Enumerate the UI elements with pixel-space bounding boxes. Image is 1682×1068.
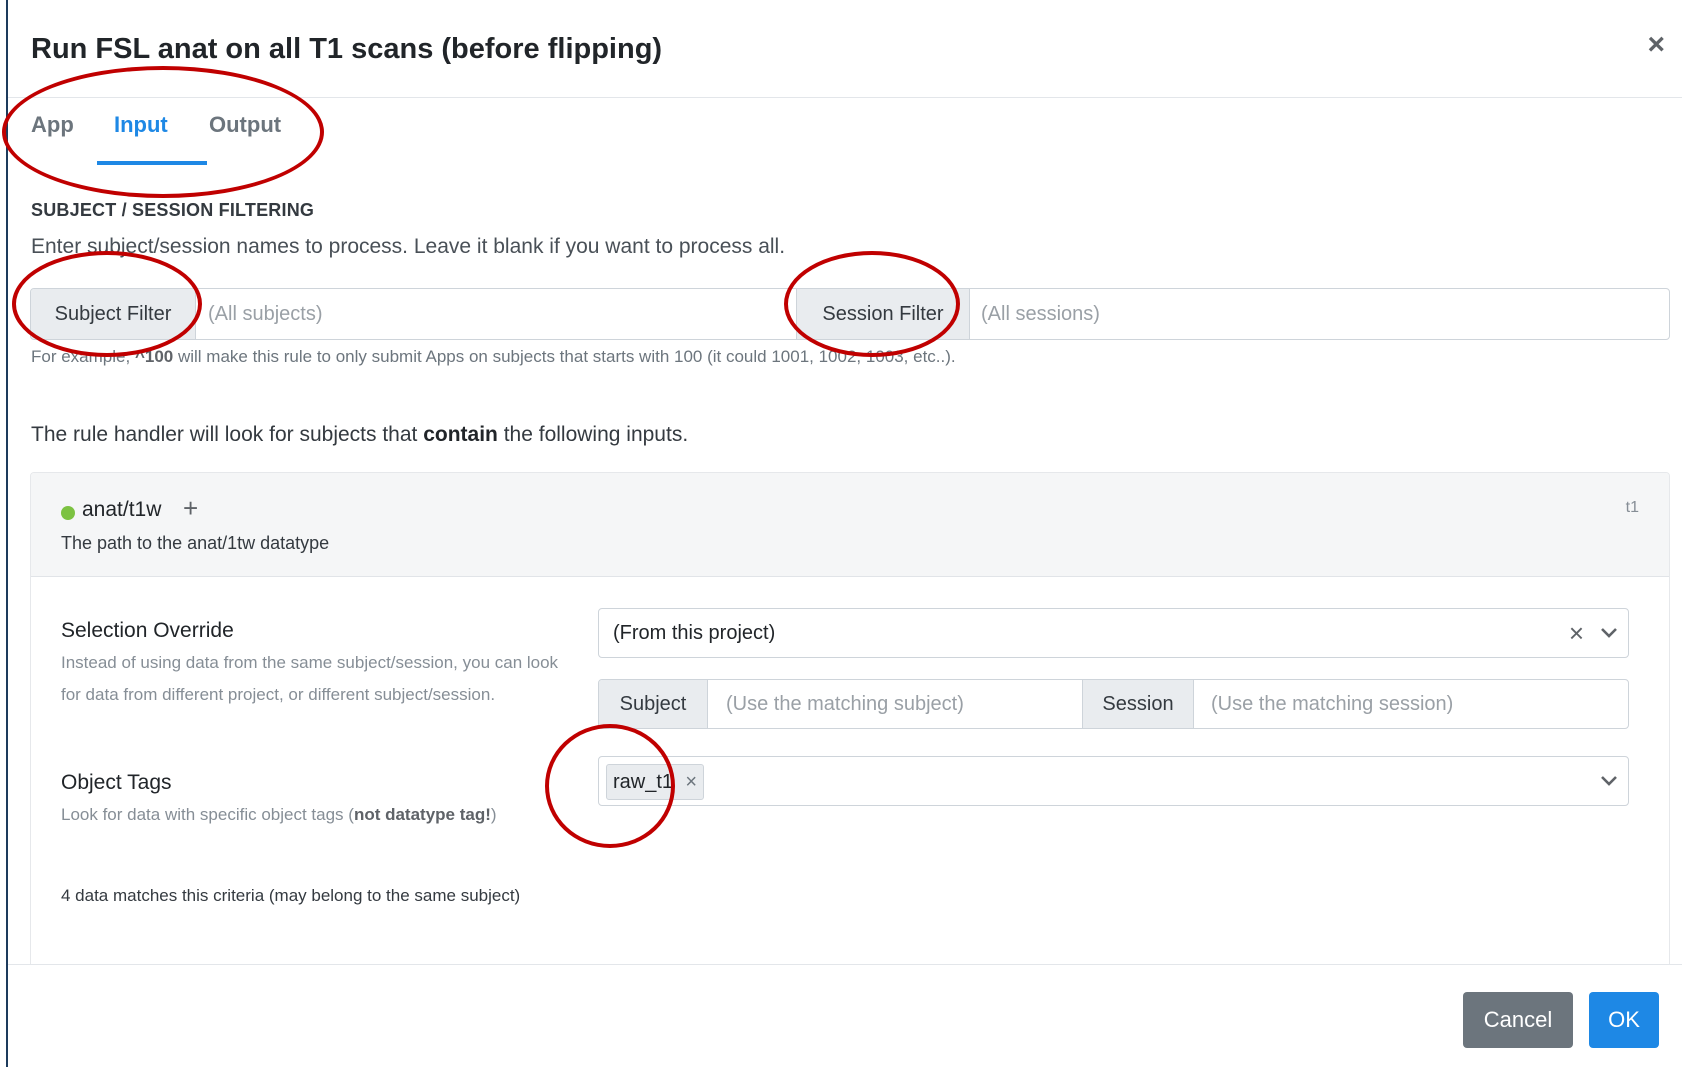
close-icon[interactable]: × xyxy=(1647,30,1665,60)
object-tags-help-prefix: Look for data with specific object tags … xyxy=(61,805,354,824)
session-override-input[interactable] xyxy=(1193,680,1628,728)
object-tags-help-suffix: ) xyxy=(490,805,497,824)
help-example: ^100 xyxy=(134,347,174,366)
tab-input[interactable]: Input xyxy=(114,112,168,138)
tag-chip-label: raw_t1 xyxy=(613,771,674,793)
cancel-button[interactable]: Cancel xyxy=(1463,992,1573,1048)
project-select[interactable]: (From this project) × xyxy=(598,608,1629,658)
filter-help-text: For example, ^100 will make this rule to… xyxy=(31,347,956,367)
subject-session-override-group: Subject Session xyxy=(598,679,1629,729)
modal-footer: Cancel OK xyxy=(8,964,1682,1068)
session-override-label: Session xyxy=(1082,680,1194,728)
session-filter-input[interactable] xyxy=(969,289,1669,339)
project-select-value: (From this project) xyxy=(613,622,776,644)
rule-editor-modal: Run FSL anat on all T1 scans (before fli… xyxy=(2,0,1682,1068)
modal-title: Run FSL anat on all T1 scans (before fli… xyxy=(31,33,663,65)
tab-output[interactable]: Output xyxy=(209,112,281,138)
object-tags-help: Look for data with specific object tags … xyxy=(61,799,541,831)
input-card: anat/t1w + The path to the anat/1tw data… xyxy=(30,472,1670,974)
object-tags-select[interactable]: raw_t1 × xyxy=(598,756,1629,806)
rule-text-emphasis: contain xyxy=(423,423,498,446)
filtering-description: Enter subject/session names to process. … xyxy=(31,235,786,258)
input-datatype-tag: t1 xyxy=(1625,499,1639,516)
help-prefix: For example, xyxy=(31,347,135,366)
chevron-down-icon[interactable] xyxy=(1600,624,1618,642)
tag-chip: raw_t1 × xyxy=(606,764,705,800)
rule-handler-text: The rule handler will look for subjects … xyxy=(31,423,688,447)
modal-header: Run FSL anat on all T1 scans (before fli… xyxy=(8,0,1682,98)
rule-text-suffix: the following inputs. xyxy=(497,423,689,446)
remove-tag-icon[interactable]: × xyxy=(685,765,697,799)
subject-override-input[interactable] xyxy=(708,680,1082,728)
subject-filter-input[interactable] xyxy=(196,289,796,339)
filtering-heading: SUBJECT / SESSION FILTERING xyxy=(31,200,315,220)
status-dot-icon xyxy=(61,506,75,520)
rule-text-prefix: The rule handler will look for subjects … xyxy=(31,423,424,446)
input-card-header: anat/t1w + The path to the anat/1tw data… xyxy=(31,473,1669,577)
help-suffix: will make this rule to only submit Apps … xyxy=(173,347,956,366)
ok-button[interactable]: OK xyxy=(1589,992,1659,1048)
matches-count: 4 data matches this criteria (may belong… xyxy=(61,886,521,905)
chevron-down-icon[interactable] xyxy=(1600,772,1618,790)
filter-input-group: Subject Filter Session Filter xyxy=(30,288,1670,340)
selection-override-label: Selection Override xyxy=(61,619,234,642)
selection-override-help: Instead of using data from the same subj… xyxy=(61,653,559,704)
clear-icon[interactable]: × xyxy=(1569,618,1584,649)
tab-app[interactable]: App xyxy=(31,112,74,138)
subject-filter-label: Subject Filter xyxy=(31,289,196,339)
object-tags-label: Object Tags xyxy=(61,771,172,794)
input-id: anat/t1w xyxy=(82,498,162,521)
subject-override-label: Subject xyxy=(599,680,708,728)
object-tags-help-bold: not datatype tag! xyxy=(353,805,491,824)
active-tab-indicator xyxy=(97,161,207,165)
input-description: The path to the anat/1tw datatype xyxy=(61,533,330,553)
session-filter-label: Session Filter xyxy=(796,289,970,339)
plus-icon[interactable]: + xyxy=(183,493,198,524)
